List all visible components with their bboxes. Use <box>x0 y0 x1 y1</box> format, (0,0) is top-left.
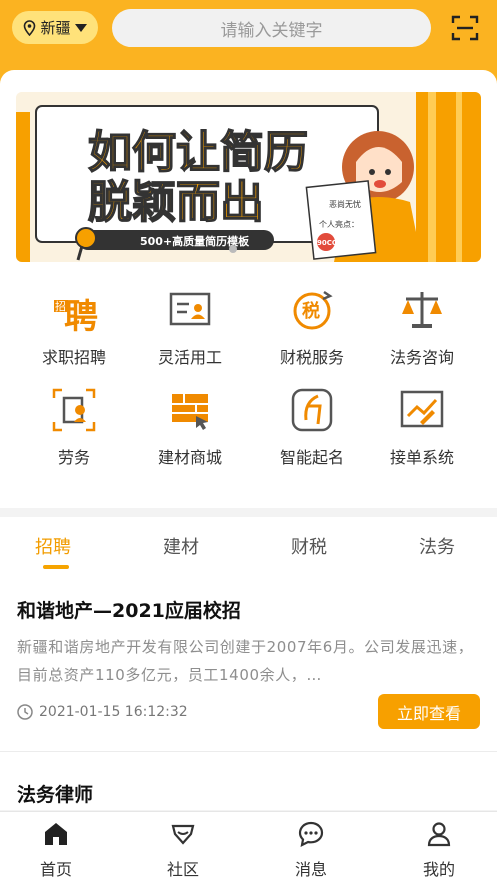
service-item-order-system[interactable]: 接单系统 <box>360 386 484 468</box>
community-icon <box>171 824 195 845</box>
service-label: 灵活用工 <box>157 348 222 367</box>
nav-profile[interactable]: 我的 <box>404 820 474 880</box>
service-label: 劳务 <box>57 448 90 467</box>
service-label: 智能起名 <box>279 448 344 467</box>
list-divider <box>0 751 497 752</box>
order-system-icon <box>400 390 444 428</box>
clock-icon <box>17 704 33 720</box>
banner-title-line1: 如何让简历 <box>88 127 308 178</box>
tax-icon-char: 税 <box>302 300 320 322</box>
service-item-building-store[interactable]: 建材商城 <box>128 386 252 468</box>
job-description: 新疆和谐房地产开发有限公司创建于2007年6月。公司发展迅速，目前总资产110多… <box>17 638 474 684</box>
profile-icon <box>427 822 451 847</box>
active-tab-indicator <box>43 565 69 569</box>
naming-icon <box>291 388 333 432</box>
tax-icon: 税 <box>293 290 333 330</box>
job-time-text: 2021-01-15 16:12:32 <box>39 704 188 720</box>
service-label: 法务咨询 <box>389 348 454 367</box>
location-label: 新疆 <box>40 19 71 37</box>
service-label: 建材商城 <box>157 448 222 467</box>
message-icon <box>298 821 324 847</box>
top-bar: 新疆 请输入关键字 <box>0 0 497 64</box>
home-icon <box>45 823 67 845</box>
nav-home[interactable]: 首页 <box>21 820 91 880</box>
service-item-labor[interactable]: 劳务 <box>12 386 136 468</box>
service-label: 接单系统 <box>389 448 454 467</box>
tab-tax[interactable]: 财税 <box>291 533 327 559</box>
tab-building[interactable]: 建材 <box>163 533 199 559</box>
banner-doc-label1: 恶尚无忧 <box>329 199 361 209</box>
recruit-icon-char: 聘 <box>64 297 98 334</box>
search-input[interactable]: 请输入关键字 <box>112 9 431 47</box>
building-store-icon <box>172 394 208 430</box>
labor-icon <box>52 388 96 432</box>
view-now-button[interactable]: 立即查看 <box>378 694 480 729</box>
nav-community[interactable]: 社区 <box>148 820 218 880</box>
service-label: 财税服务 <box>279 348 344 367</box>
nav-messages[interactable]: 消息 <box>276 820 346 880</box>
service-item-flex-work[interactable]: 灵活用工 <box>128 286 252 368</box>
nav-label: 我的 <box>422 860 455 879</box>
category-tabs: 招聘 建材 财税 法务 <box>0 517 497 573</box>
nav-label: 首页 <box>39 860 72 879</box>
location-selector[interactable]: 新疆 <box>12 11 98 44</box>
service-item-law[interactable]: 法务咨询 <box>360 286 484 368</box>
service-label: 求职招聘 <box>41 348 106 367</box>
job-timestamp: 2021-01-15 16:12:32 <box>17 701 188 723</box>
nav-label: 消息 <box>294 860 327 879</box>
scan-icon[interactable] <box>450 14 480 42</box>
location-pin-icon <box>24 19 36 36</box>
banner-stamp: 90CO <box>317 239 338 247</box>
service-item-naming[interactable]: 智能起名 <box>250 386 374 468</box>
banner-doc-label2: 个人亮点： <box>319 219 359 229</box>
service-item-tax[interactable]: 税 财税服务 <box>250 286 374 368</box>
recruit-icon: 招 聘 <box>54 297 98 337</box>
tab-recruit[interactable]: 招聘 <box>35 533 71 559</box>
service-item-recruit[interactable]: 招 聘 求职招聘 <box>12 286 136 368</box>
search-placeholder: 请输入关键字 <box>220 20 323 41</box>
flex-work-icon <box>169 292 211 326</box>
nav-label: 社区 <box>166 860 199 879</box>
law-scale-icon <box>402 292 442 328</box>
banner-illustration: 如何让简历 脱颖而出 500+高质量简历模板 恶尚无忧 个人亮点： 90CO <box>16 92 481 262</box>
banner-title-line2: 脱颖而出 <box>88 177 264 228</box>
job-title[interactable]: 和谐地产—2021应届校招 <box>17 596 241 623</box>
job-title[interactable]: 法务律师 <box>17 780 93 807</box>
tab-law[interactable]: 法务 <box>419 533 455 559</box>
bottom-navigation: 首页 社区 消息 我的 <box>0 811 497 883</box>
promo-banner[interactable]: 如何让简历 脱颖而出 500+高质量简历模板 恶尚无忧 个人亮点： 90CO <box>16 92 481 262</box>
caret-down-icon <box>74 23 87 32</box>
